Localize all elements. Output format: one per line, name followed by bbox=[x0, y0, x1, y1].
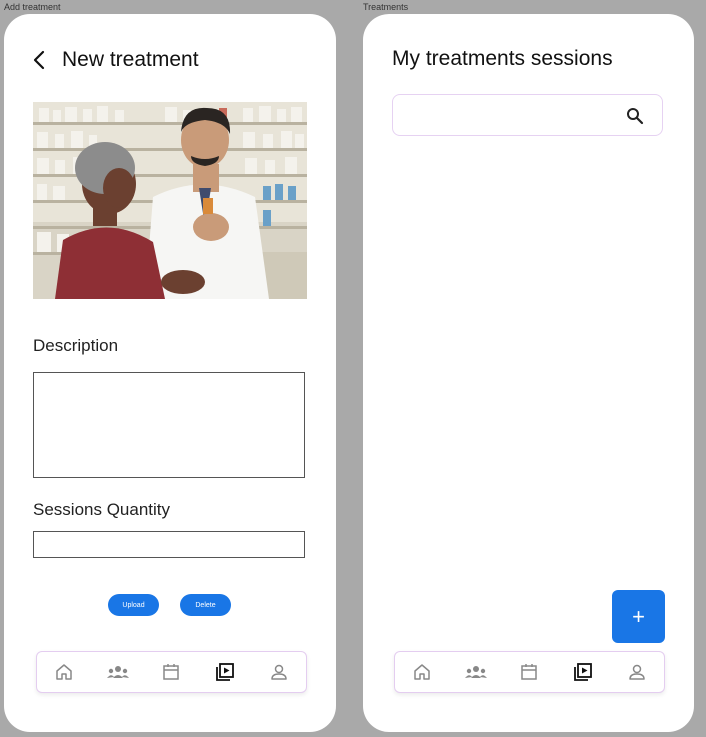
sessions-quantity-input[interactable] bbox=[33, 531, 305, 558]
add-treatment-screen: New treatment Description Sessions Quant… bbox=[4, 14, 336, 732]
frame-label-add-treatment: Add treatment bbox=[4, 2, 61, 12]
nav-calendar[interactable] bbox=[517, 660, 541, 684]
chevron-left-icon bbox=[33, 50, 45, 70]
upload-button[interactable]: Upload bbox=[108, 594, 159, 616]
nav-home[interactable] bbox=[410, 660, 434, 684]
back-button[interactable] bbox=[32, 48, 46, 72]
bottom-nav bbox=[36, 651, 307, 693]
nav-home[interactable] bbox=[52, 660, 76, 684]
bottom-nav bbox=[394, 651, 665, 693]
header: New treatment bbox=[32, 48, 199, 72]
search-input[interactable] bbox=[403, 105, 622, 127]
description-textarea[interactable] bbox=[33, 372, 305, 478]
add-treatment-fab[interactable]: + bbox=[612, 590, 665, 643]
description-label: Description bbox=[33, 336, 119, 355]
home-icon bbox=[56, 664, 72, 680]
video-library-icon bbox=[574, 663, 593, 681]
community-icon bbox=[106, 666, 129, 678]
nav-calendar[interactable] bbox=[159, 660, 183, 684]
delete-button[interactable]: Delete bbox=[180, 594, 231, 616]
search-icon[interactable] bbox=[626, 107, 644, 125]
nav-video-library[interactable] bbox=[213, 660, 237, 684]
calendar-icon bbox=[163, 664, 180, 680]
nav-profile[interactable] bbox=[267, 660, 291, 684]
nav-community[interactable] bbox=[106, 660, 130, 684]
profile-icon bbox=[271, 664, 287, 680]
frame-label-treatments: Treatments bbox=[363, 2, 409, 12]
home-icon bbox=[414, 664, 430, 680]
sessions-quantity-label: Sessions Quantity bbox=[33, 500, 171, 519]
page-title: New treatment bbox=[62, 48, 199, 71]
profile-icon bbox=[629, 664, 645, 680]
nav-video-library[interactable] bbox=[571, 660, 595, 684]
calendar-icon bbox=[521, 664, 538, 680]
search-bar bbox=[392, 94, 663, 136]
treatments-screen: My treatments sessions + bbox=[363, 14, 694, 732]
pharmacy-photo bbox=[33, 102, 307, 299]
video-library-icon bbox=[216, 663, 235, 681]
page-title: My treatments sessions bbox=[392, 47, 613, 70]
community-icon bbox=[464, 666, 487, 678]
nav-community[interactable] bbox=[464, 660, 488, 684]
nav-profile[interactable] bbox=[625, 660, 649, 684]
